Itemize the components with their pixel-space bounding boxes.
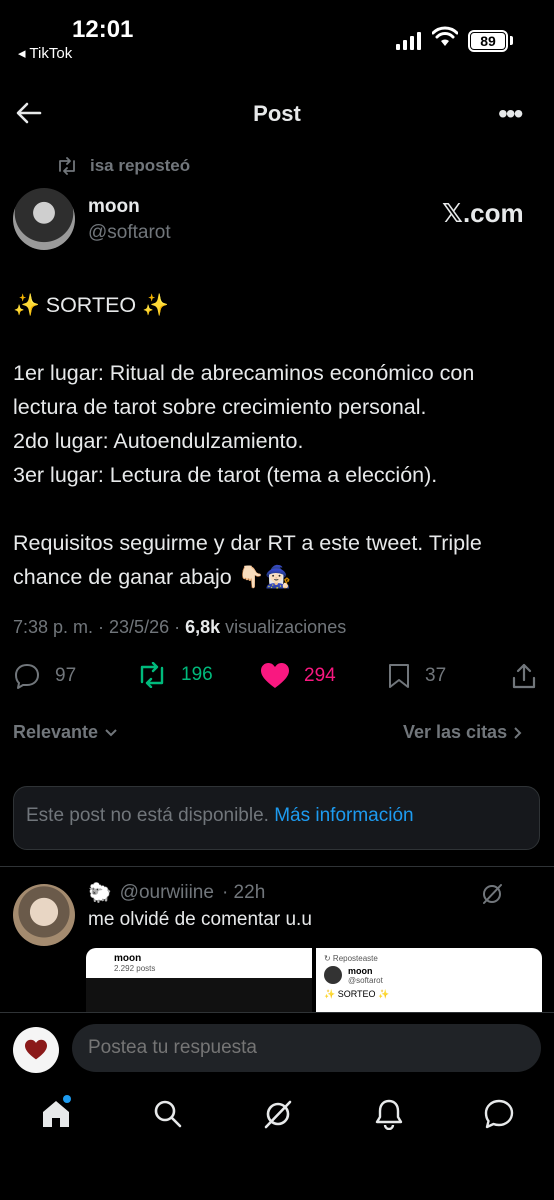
my-avatar[interactable] (13, 1027, 59, 1073)
like-button[interactable]: 294 (260, 662, 336, 690)
battery-level: 89 (471, 33, 505, 49)
view-quotes-label: Ver las citas (403, 722, 508, 742)
grok-icon[interactable] (480, 882, 504, 906)
chevron-right-icon (514, 726, 522, 739)
view-quotes-link[interactable]: Ver las citas (403, 722, 523, 743)
grok-icon[interactable] (262, 1098, 294, 1130)
reply-text: me olvidé de comentar u.u (88, 909, 312, 930)
reply-avatar[interactable] (13, 884, 75, 946)
notification-dot (63, 1095, 71, 1103)
reply-emoji: 🐑 (88, 883, 112, 904)
thumb2-label: ↻ Reposteaste (324, 954, 378, 963)
repost-note[interactable]: isa reposteó (56, 156, 190, 176)
reply-count: 97 (55, 665, 77, 686)
repost-icon (59, 157, 75, 175)
more-info-link[interactable]: Más información (274, 805, 413, 826)
views-label: visualizaciones (220, 617, 347, 637)
battery-tip (510, 36, 513, 45)
status-time: 12:01 (72, 16, 134, 43)
repost-count: 196 (181, 664, 213, 685)
cellular-signal-icon (396, 32, 421, 50)
author-name[interactable]: moon (88, 196, 140, 218)
notifications-icon[interactable] (373, 1098, 405, 1130)
views-count[interactable]: 6,8k (185, 617, 220, 637)
back-to-app-link[interactable]: ◂ TikTok (18, 44, 72, 62)
thumb1-name: moon (114, 953, 142, 964)
reply-input[interactable] (72, 1024, 541, 1072)
author-avatar[interactable] (13, 188, 75, 250)
unavailable-text: Este post no está disponible. (26, 805, 275, 826)
divider (0, 866, 554, 867)
thumb2-avatar (324, 966, 342, 984)
page-title: Post (253, 101, 301, 126)
like-count: 294 (304, 665, 336, 686)
reply-button[interactable]: 97 (13, 662, 76, 690)
bookmark-button[interactable]: 37 (387, 662, 446, 690)
thumb2-name: moon (348, 966, 373, 976)
author-handle[interactable]: @softarot (88, 222, 171, 244)
chevron-down-icon (105, 728, 117, 736)
messages-icon[interactable] (483, 1098, 515, 1130)
reply-header: 🐑 @ourwiiine · 22h (88, 881, 265, 905)
heart-avatar-icon (25, 1039, 47, 1060)
reply-image-2[interactable]: ↻ Reposteaste moon @softarot ✨ SORTEO ✨ (316, 948, 542, 1012)
like-icon (261, 663, 289, 688)
post-time: 7:38 p. m. · 23/5/26 · (13, 617, 186, 637)
bookmark-count: 37 (425, 665, 447, 686)
sort-replies-dropdown[interactable]: Relevante (13, 722, 118, 743)
repost-note-label: isa reposteó (90, 156, 191, 175)
wifi-icon (432, 26, 458, 46)
reply-image-1[interactable]: moon 2.292 posts (86, 948, 312, 1012)
share-icon[interactable] (510, 662, 538, 690)
repost-icon (140, 662, 164, 688)
unavailable-post-notice: Este post no está disponible. Más inform… (13, 786, 540, 850)
post-text: ✨ SORTEO ✨ 1er lugar: Ritual de abrecami… (13, 293, 482, 589)
more-icon[interactable]: ••• (498, 100, 523, 128)
reply-time: · 22h (221, 882, 266, 903)
sort-label: Relevante (13, 722, 99, 742)
bookmark-icon (389, 664, 409, 688)
battery-icon: 89 (468, 30, 508, 52)
repost-button[interactable]: 196 (137, 662, 213, 688)
source-badge: 𝕏.com (442, 198, 524, 228)
reply-icon (15, 664, 39, 689)
search-icon[interactable] (152, 1098, 184, 1130)
thumb2-text: ✨ SORTEO ✨ (324, 989, 390, 999)
thumb1-sub: 2.292 posts (114, 964, 156, 973)
post-meta: 7:38 p. m. · 23/5/26 · 6,8k visualizacio… (13, 617, 346, 638)
reply-handle[interactable]: @ourwiiine (120, 882, 214, 904)
thumb2-handle: @softarot (348, 976, 383, 985)
